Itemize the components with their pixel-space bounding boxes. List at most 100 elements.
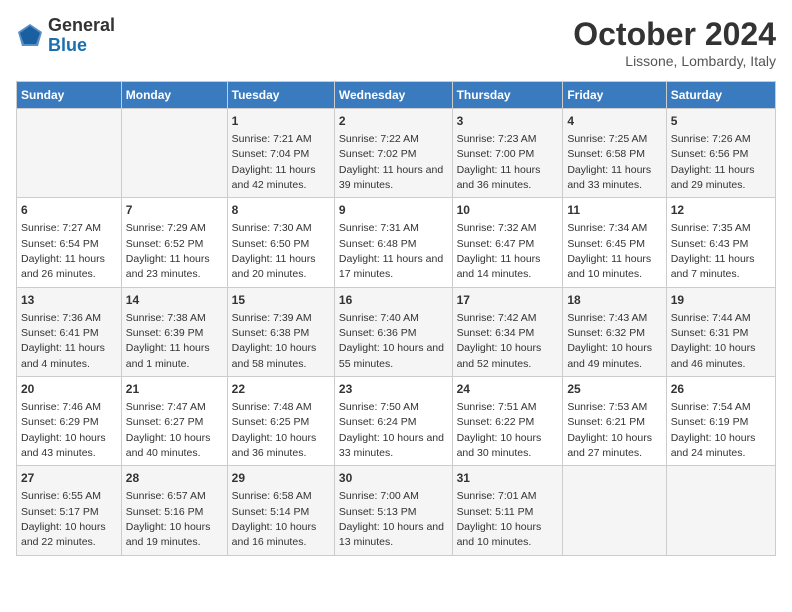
calendar-table: Sunday Monday Tuesday Wednesday Thursday… xyxy=(16,81,776,556)
day-cell: 14Sunrise: 7:38 AMSunset: 6:39 PMDayligh… xyxy=(121,287,227,376)
daylight-text: Daylight: 11 hours and 17 minutes. xyxy=(339,253,443,280)
sunrise-text: Sunrise: 7:30 AM xyxy=(232,222,312,234)
logo-text: General Blue xyxy=(48,16,115,56)
sunrise-text: Sunrise: 7:47 AM xyxy=(126,401,206,413)
daylight-text: Daylight: 10 hours and 43 minutes. xyxy=(21,432,106,459)
sunset-text: Sunset: 6:22 PM xyxy=(457,416,535,428)
day-cell: 12 Sunrise: 7:35 AM Sunset: 6:43 PM Dayligh… xyxy=(666,198,775,287)
sunrise-text: Sunrise: 7:43 AM xyxy=(567,312,647,324)
sunset-text: Sunset: 6:43 PM xyxy=(671,238,749,250)
sunrise-text: Sunrise: 7:23 AM xyxy=(457,133,537,145)
sunset-text: Sunset: 5:13 PM xyxy=(339,506,417,518)
col-sunday: Sunday xyxy=(17,82,122,109)
sunset-text: Sunset: 6:56 PM xyxy=(671,148,749,160)
day-number: 8 xyxy=(232,202,330,219)
sunrise-text: Sunrise: 7:31 AM xyxy=(339,222,419,234)
sunset-text: Sunset: 6:41 PM xyxy=(21,327,99,339)
day-number: 7 xyxy=(126,202,223,219)
daylight-text: Daylight: 10 hours and 52 minutes. xyxy=(457,342,542,369)
day-cell: 27Sunrise: 6:55 AMSunset: 5:17 PMDayligh… xyxy=(17,466,122,555)
day-cell: 20Sunrise: 7:46 AMSunset: 6:29 PMDayligh… xyxy=(17,377,122,466)
sunrise-text: Sunrise: 7:22 AM xyxy=(339,133,419,145)
sunrise-text: Sunrise: 7:48 AM xyxy=(232,401,312,413)
col-saturday: Saturday xyxy=(666,82,775,109)
day-cell: 31Sunrise: 7:01 AMSunset: 5:11 PMDayligh… xyxy=(452,466,563,555)
header-row: Sunday Monday Tuesday Wednesday Thursday… xyxy=(17,82,776,109)
day-number: 6 xyxy=(21,202,117,219)
daylight-text: Daylight: 10 hours and 46 minutes. xyxy=(671,342,756,369)
sunset-text: Sunset: 6:24 PM xyxy=(339,416,417,428)
sunset-text: Sunset: 5:16 PM xyxy=(126,506,204,518)
day-cell: 13Sunrise: 7:36 AMSunset: 6:41 PMDayligh… xyxy=(17,287,122,376)
day-cell: 1Sunrise: 7:21 AMSunset: 7:04 PMDaylight… xyxy=(227,109,334,198)
sunrise-text: Sunrise: 7:38 AM xyxy=(126,312,206,324)
day-cell: 2Sunrise: 7:22 AMSunset: 7:02 PMDaylight… xyxy=(334,109,452,198)
day-cell: 11Sunrise: 7:34 AMSunset: 6:45 PMDayligh… xyxy=(563,198,666,287)
day-number: 13 xyxy=(21,292,117,309)
week-row-4: 27Sunrise: 6:55 AMSunset: 5:17 PMDayligh… xyxy=(17,466,776,555)
sunrise-text: Sunrise: 7:51 AM xyxy=(457,401,537,413)
daylight-text: Daylight: 10 hours and 10 minutes. xyxy=(457,521,542,548)
day-number: 29 xyxy=(232,470,330,487)
daylight-text: Daylight: 11 hours and 20 minutes. xyxy=(232,253,316,280)
day-number: 1 xyxy=(232,113,330,130)
sunset-text: Sunset: 5:14 PM xyxy=(232,506,310,518)
col-friday: Friday xyxy=(563,82,666,109)
sunset-text: Sunset: 6:58 PM xyxy=(567,148,645,160)
sunset-text: Sunset: 6:36 PM xyxy=(339,327,417,339)
logo: General Blue xyxy=(16,16,115,56)
daylight-text: Daylight: 11 hours and 39 minutes. xyxy=(339,164,443,191)
sunrise-text: Sunrise: 7:35 AM xyxy=(671,222,751,234)
week-row-1: 6Sunrise: 7:27 AMSunset: 6:54 PMDaylight… xyxy=(17,198,776,287)
day-cell: 16Sunrise: 7:40 AMSunset: 6:36 PMDayligh… xyxy=(334,287,452,376)
calendar-header: Sunday Monday Tuesday Wednesday Thursday… xyxy=(17,82,776,109)
sunset-text: Sunset: 6:21 PM xyxy=(567,416,645,428)
day-cell: 17Sunrise: 7:42 AMSunset: 6:34 PMDayligh… xyxy=(452,287,563,376)
sunrise-text: Sunrise: 7:26 AM xyxy=(671,133,751,145)
col-tuesday: Tuesday xyxy=(227,82,334,109)
sunrise-text: Sunrise: 6:58 AM xyxy=(232,490,312,502)
day-cell: 9Sunrise: 7:31 AMSunset: 6:48 PMDaylight… xyxy=(334,198,452,287)
day-number: 27 xyxy=(21,470,117,487)
week-row-3: 20Sunrise: 7:46 AMSunset: 6:29 PMDayligh… xyxy=(17,377,776,466)
sunrise-text: Sunrise: 7:36 AM xyxy=(21,312,101,324)
day-cell: 22Sunrise: 7:48 AMSunset: 6:25 PMDayligh… xyxy=(227,377,334,466)
sunset-text: Sunset: 6:29 PM xyxy=(21,416,99,428)
day-cell: 21Sunrise: 7:47 AMSunset: 6:27 PMDayligh… xyxy=(121,377,227,466)
sunset-text: Sunset: 6:45 PM xyxy=(567,238,645,250)
daylight-text: Daylight: 11 hours and 29 minutes. xyxy=(671,164,755,191)
daylight-text: Daylight: 10 hours and 24 minutes. xyxy=(671,432,756,459)
sunrise-text: Sunrise: 7:53 AM xyxy=(567,401,647,413)
sunrise-text: Sunrise: 7:46 AM xyxy=(21,401,101,413)
daylight-text: Daylight: 11 hours and 7 minutes. xyxy=(671,253,755,280)
daylight-text: Daylight: 10 hours and 30 minutes. xyxy=(457,432,542,459)
day-number: 3 xyxy=(457,113,559,130)
sunrise-text: Sunrise: 7:00 AM xyxy=(339,490,419,502)
sunrise-text: Sunrise: 7:54 AM xyxy=(671,401,751,413)
sunrise-text: Sunrise: 7:50 AM xyxy=(339,401,419,413)
logo-blue: Blue xyxy=(48,36,115,56)
month-title: October 2024 xyxy=(573,16,776,53)
sunrise-text: Sunrise: 6:57 AM xyxy=(126,490,206,502)
sunrise-text: Sunrise: 7:40 AM xyxy=(339,312,419,324)
day-cell: 15Sunrise: 7:39 AMSunset: 6:38 PMDayligh… xyxy=(227,287,334,376)
daylight-text: Daylight: 11 hours and 36 minutes. xyxy=(457,164,541,191)
day-number: 14 xyxy=(126,292,223,309)
day-number: 24 xyxy=(457,381,559,398)
day-number: 23 xyxy=(339,381,448,398)
day-cell: 8Sunrise: 7:30 AMSunset: 6:50 PMDaylight… xyxy=(227,198,334,287)
daylight-text: Daylight: 11 hours and 1 minute. xyxy=(126,342,210,369)
day-number: 19 xyxy=(671,292,771,309)
day-cell: 29Sunrise: 6:58 AMSunset: 5:14 PMDayligh… xyxy=(227,466,334,555)
day-number: 21 xyxy=(126,381,223,398)
day-cell xyxy=(666,466,775,555)
sunset-text: Sunset: 6:38 PM xyxy=(232,327,310,339)
day-cell: 4Sunrise: 7:25 AMSunset: 6:58 PMDaylight… xyxy=(563,109,666,198)
logo-general: General xyxy=(48,16,115,36)
week-row-0: 1Sunrise: 7:21 AMSunset: 7:04 PMDaylight… xyxy=(17,109,776,198)
day-number: 12 xyxy=(671,202,771,219)
day-cell: 24 Sunrise: 7:51 AM Sunset: 6:22 PM Dayligh… xyxy=(452,377,563,466)
daylight-text: Daylight: 11 hours and 42 minutes. xyxy=(232,164,316,191)
daylight-text: Daylight: 11 hours and 10 minutes. xyxy=(567,253,651,280)
sunset-text: Sunset: 5:17 PM xyxy=(21,506,99,518)
